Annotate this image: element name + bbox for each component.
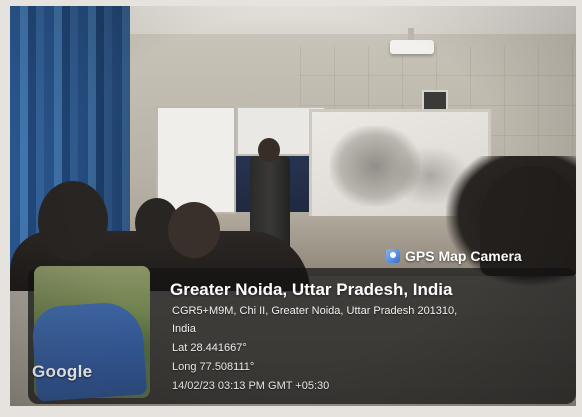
address-line-2: India — [172, 323, 196, 335]
map-water-area — [30, 300, 148, 402]
badge-label: GPS Map Camera — [405, 248, 522, 264]
timestamp: 14/02/23 03:13 PM GMT +05:30 — [172, 380, 330, 392]
latitude: Lat 28.441667° — [172, 342, 247, 354]
audience-head — [38, 181, 108, 261]
location-title: Greater Noida, Uttar Pradesh, India — [170, 280, 453, 299]
photo-frame: GPS Map Camera Google Greater Noida, Utt… — [0, 0, 582, 417]
gps-map-camera-badge: GPS Map Camera — [386, 248, 522, 264]
speaker-head — [258, 138, 280, 162]
classroom-photo: GPS Map Camera Google Greater Noida, Utt… — [10, 6, 576, 406]
address-line-1: CGR5+M9M, Chi II, Greater Noida, Uttar P… — [172, 305, 458, 317]
audience-head — [168, 202, 220, 258]
map-camera-icon — [386, 249, 400, 263]
ceiling-projector — [390, 40, 434, 54]
google-watermark: Google — [32, 362, 93, 381]
longitude: Long 77.508111° — [172, 361, 255, 373]
whiteboard-left — [156, 106, 236, 214]
wall-clock — [422, 90, 448, 112]
